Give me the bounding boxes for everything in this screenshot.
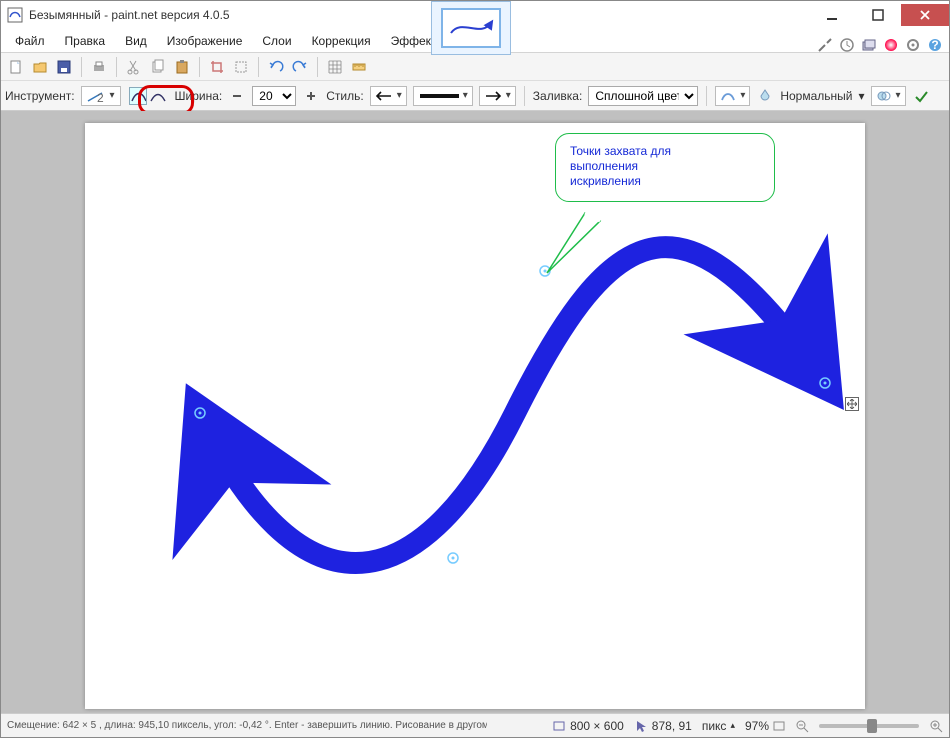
- callout-bubble: Точки захвата для выполнения искривления: [555, 133, 775, 202]
- history-window-icon[interactable]: [839, 37, 855, 53]
- svg-text:?: ?: [931, 38, 938, 52]
- selection-mode[interactable]: ▾: [871, 86, 906, 106]
- menu-layers[interactable]: Слои: [254, 31, 299, 51]
- bezier-curve-icon[interactable]: [149, 87, 167, 105]
- curve-type-group: [127, 85, 169, 107]
- maximize-button[interactable]: [855, 3, 901, 27]
- zoom-out-button[interactable]: [795, 719, 809, 733]
- print-icon[interactable]: [90, 58, 108, 76]
- canvas[interactable]: Точки захвата для выполнения искривления: [85, 123, 865, 709]
- brush-width-select[interactable]: 20: [252, 86, 296, 106]
- crop-icon[interactable]: [208, 58, 226, 76]
- callout-text-line: Точки захвата для: [570, 144, 760, 159]
- fill-label: Заливка:: [533, 89, 583, 103]
- open-file-icon[interactable]: [31, 58, 49, 76]
- canvas-size-readout: 800 × 600: [552, 719, 624, 733]
- copy-icon[interactable]: [149, 58, 167, 76]
- arrow-end-style[interactable]: ▾: [479, 86, 516, 106]
- close-button[interactable]: [901, 4, 949, 26]
- cursor-pos-readout: 878, 91: [634, 719, 692, 733]
- menu-image[interactable]: Изображение: [159, 31, 251, 51]
- chevron-down-icon: ▾: [110, 90, 115, 101]
- line-tool-icon: 2: [86, 89, 106, 103]
- fill-select[interactable]: Сплошной цвет: [588, 86, 698, 106]
- utility-icons: ?: [817, 33, 943, 57]
- main-toolbar: [1, 53, 949, 81]
- layers-window-icon[interactable]: [861, 37, 877, 53]
- callout-text-line: искривления: [570, 174, 760, 189]
- zoom-window-icon: [773, 720, 785, 732]
- antialias-toggle[interactable]: ▾: [715, 86, 750, 106]
- width-label: Ширина:: [175, 89, 223, 103]
- callout-text-line: выполнения: [570, 159, 760, 174]
- minimize-button[interactable]: [809, 3, 855, 27]
- spline-curve-icon[interactable]: [129, 87, 147, 105]
- canvas-viewport[interactable]: Точки захвата для выполнения искривления: [1, 111, 949, 721]
- drawn-curve[interactable]: [200, 247, 825, 563]
- menu-file[interactable]: Файл: [7, 31, 53, 51]
- zoom-readout[interactable]: 97%: [745, 719, 785, 733]
- zoom-in-icon: [929, 719, 943, 733]
- redo-icon[interactable]: [291, 58, 309, 76]
- control-point[interactable]: [448, 553, 458, 563]
- status-bar: Смещение: 642 × 5 , длина: 945,10 пиксел…: [1, 713, 949, 737]
- paste-icon[interactable]: [173, 58, 191, 76]
- units-selector[interactable]: пикс▴: [702, 719, 735, 733]
- tool-selector[interactable]: 2 ▾: [81, 86, 121, 106]
- window-title: Безымянный - paint.net версия 4.0.5: [29, 8, 230, 22]
- menu-adjustments[interactable]: Коррекция: [304, 31, 379, 51]
- increase-width-icon[interactable]: [302, 87, 320, 105]
- chevron-down-icon[interactable]: ▾: [859, 89, 865, 103]
- zoom-slider[interactable]: [819, 724, 919, 728]
- help-icon[interactable]: ?: [927, 37, 943, 53]
- save-icon[interactable]: [55, 58, 73, 76]
- chevron-up-icon: ▴: [730, 720, 735, 731]
- move-handle-icon[interactable]: [845, 397, 859, 411]
- thumbnail-preview: [441, 8, 501, 48]
- zoom-in-button[interactable]: [929, 719, 943, 733]
- tool-options-bar: Инструмент: 2 ▾ Ширина: 20 Стиль: ▾ ▾ ▾ …: [1, 81, 949, 111]
- tools-window-icon[interactable]: [817, 37, 833, 53]
- deselect-icon[interactable]: [232, 58, 250, 76]
- undo-icon[interactable]: [267, 58, 285, 76]
- menu-edit[interactable]: Правка: [57, 31, 114, 51]
- cursor-pos-icon: [634, 719, 648, 733]
- menu-view[interactable]: Вид: [117, 31, 155, 51]
- grid-icon[interactable]: [326, 58, 344, 76]
- cut-icon[interactable]: [125, 58, 143, 76]
- app-icon: [7, 7, 23, 23]
- ruler-icon[interactable]: [350, 58, 368, 76]
- settings-icon[interactable]: [905, 37, 921, 53]
- callout-tail: [545, 211, 605, 281]
- arrow-start-style[interactable]: ▾: [370, 86, 407, 106]
- canvas-size-icon: [552, 719, 566, 733]
- tool-label: Инструмент:: [5, 89, 75, 103]
- line-dash-style[interactable]: ▾: [413, 86, 473, 106]
- zoom-slider-thumb[interactable]: [867, 719, 877, 733]
- zoom-out-icon: [795, 719, 809, 733]
- finish-icon[interactable]: [912, 87, 930, 105]
- blending-icon[interactable]: [756, 87, 774, 105]
- colors-window-icon[interactable]: [883, 37, 899, 53]
- decrease-width-icon[interactable]: [228, 87, 246, 105]
- new-file-icon[interactable]: [7, 58, 25, 76]
- blend-mode-label: Нормальный: [780, 89, 852, 103]
- status-hint: Смещение: 642 × 5 , длина: 945,10 пиксел…: [7, 720, 487, 731]
- image-list-thumbnail[interactable]: [431, 1, 511, 55]
- style-label: Стиль:: [326, 89, 363, 103]
- svg-text:2: 2: [97, 91, 104, 103]
